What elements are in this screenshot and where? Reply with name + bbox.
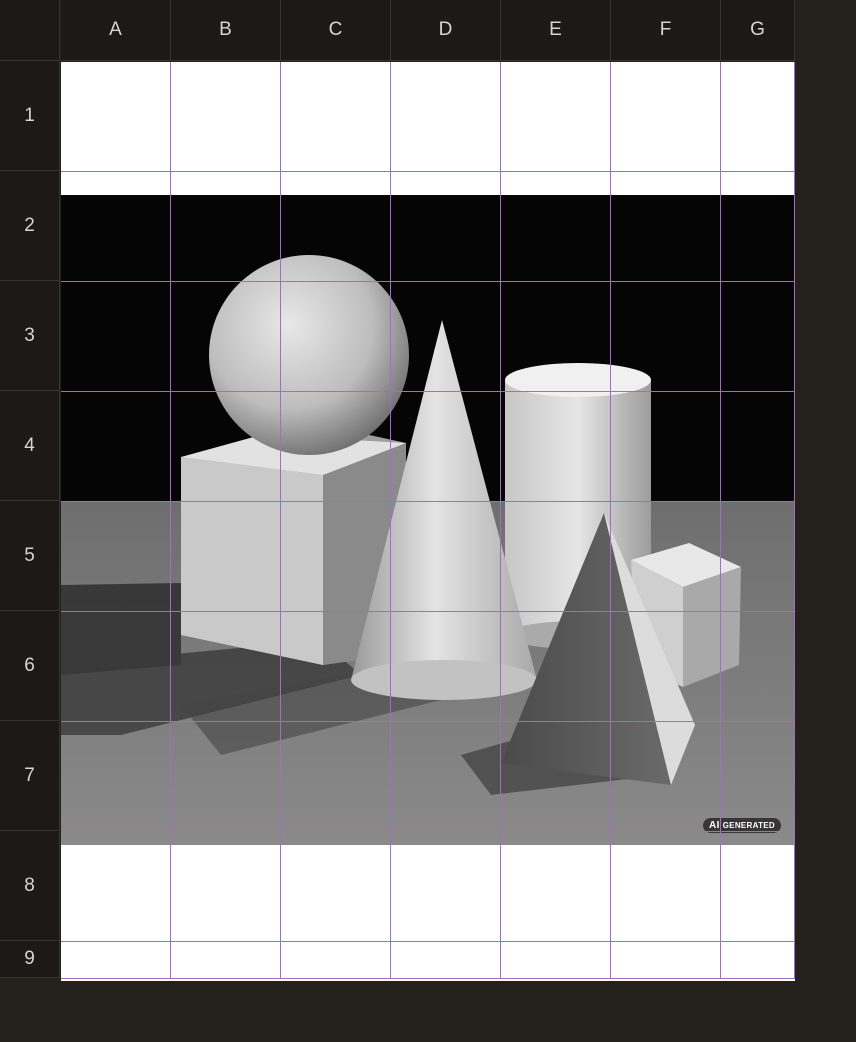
select-all-corner[interactable]	[0, 0, 60, 61]
row-header-5[interactable]: 5	[0, 501, 60, 611]
row-header-2[interactable]: 2	[0, 171, 60, 281]
cell-a9[interactable]	[61, 942, 171, 979]
cell-f1[interactable]	[611, 62, 721, 172]
cell-d8[interactable]	[391, 832, 501, 942]
column-header-d[interactable]: D	[391, 0, 501, 61]
cell-a1[interactable]	[61, 62, 171, 172]
geometric-shapes-photo	[61, 195, 795, 845]
cell-f8[interactable]	[611, 832, 721, 942]
cell-a8[interactable]	[61, 832, 171, 942]
cell-c9[interactable]	[281, 942, 391, 979]
spreadsheet-grid[interactable]: AI GENERATED	[61, 62, 795, 981]
cell-e9[interactable]	[501, 942, 611, 979]
row-header-6[interactable]: 6	[0, 611, 60, 721]
cell-d9[interactable]	[391, 942, 501, 979]
cell-b9[interactable]	[171, 942, 281, 979]
row-header-8[interactable]: 8	[0, 831, 60, 941]
row-header-1[interactable]: 1	[0, 61, 60, 171]
row-header-9[interactable]: 9	[0, 941, 60, 978]
embedded-image[interactable]: AI GENERATED	[61, 195, 795, 845]
cell-f9[interactable]	[611, 942, 721, 979]
column-header-g[interactable]: G	[721, 0, 795, 61]
cell-g9[interactable]	[721, 942, 795, 979]
row-header-7[interactable]: 7	[0, 721, 60, 831]
column-header-f[interactable]: F	[611, 0, 721, 61]
cell-b1[interactable]	[171, 62, 281, 172]
column-header-e[interactable]: E	[501, 0, 611, 61]
ai-generated-badge: AI GENERATED	[703, 818, 781, 833]
cell-g8[interactable]	[721, 832, 795, 942]
cell-e1[interactable]	[501, 62, 611, 172]
column-header-c[interactable]: C	[281, 0, 391, 61]
cell-c8[interactable]	[281, 832, 391, 942]
cell-g1[interactable]	[721, 62, 795, 172]
cell-e8[interactable]	[501, 832, 611, 942]
cell-b8[interactable]	[171, 832, 281, 942]
cell-d1[interactable]	[391, 62, 501, 172]
ai-badge-prefix: AI	[709, 820, 720, 831]
column-header-a[interactable]: A	[61, 0, 171, 61]
row-header-4[interactable]: 4	[0, 391, 60, 501]
row-header-3[interactable]: 3	[0, 281, 60, 391]
column-header-b[interactable]: B	[171, 0, 281, 61]
ai-badge-label: GENERATED	[722, 821, 775, 830]
cell-c1[interactable]	[281, 62, 391, 172]
